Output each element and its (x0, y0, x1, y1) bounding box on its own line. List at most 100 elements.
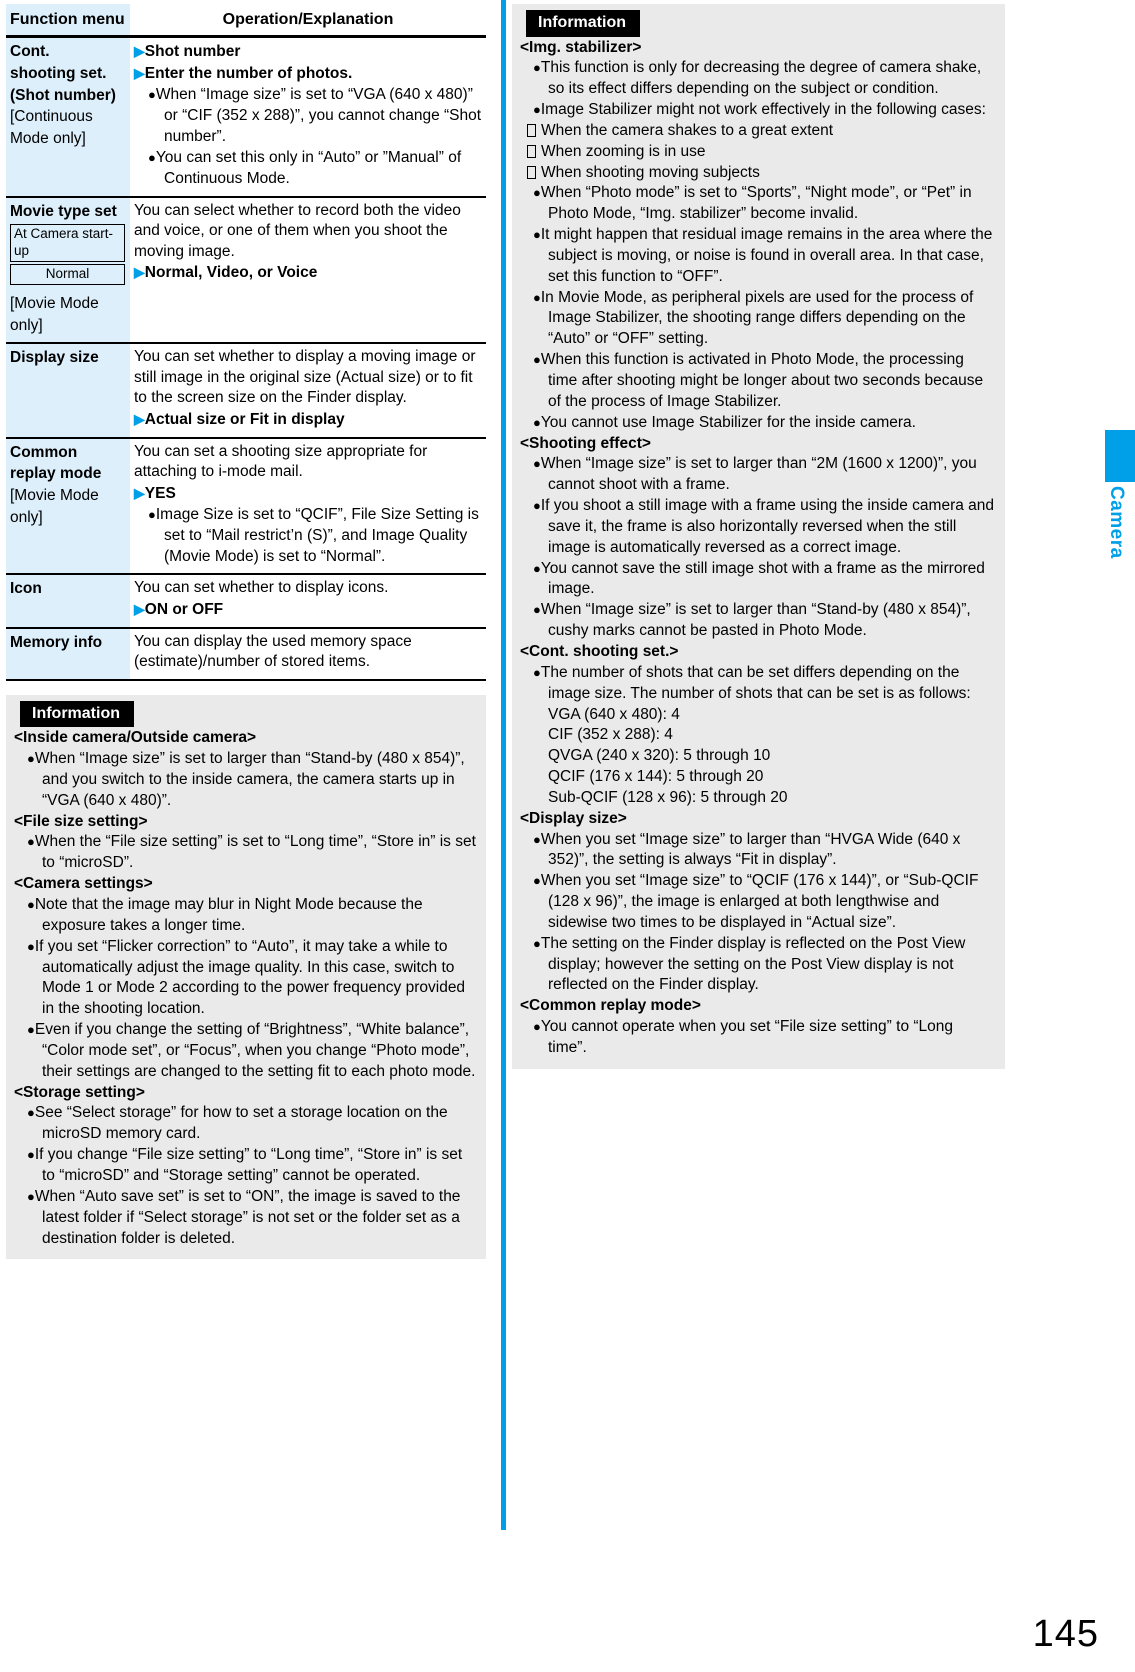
operation-step: ▶Enter the number of photos. (134, 64, 353, 82)
information-heading: Information (526, 10, 640, 37)
bullet-dot-icon: ● (148, 87, 156, 103)
information-bullet: ●When you set “Image size” to larger tha… (533, 830, 961, 869)
information-bullet: ●When you set “Image size” to “QCIF (176… (533, 872, 979, 931)
bullet-dot-icon: ● (27, 1188, 35, 1204)
bullet-dot-icon: ● (27, 834, 35, 850)
operation-step: ▶Shot number (134, 43, 241, 61)
table-row: Display size You can set whether to displ… (6, 342, 486, 438)
function-menu-cell: Icon (6, 573, 130, 628)
function-menu-note-line: [Continuous (10, 108, 93, 126)
function-menu-note-line: only] (10, 508, 43, 526)
bullet-dot-icon: ● (533, 185, 541, 201)
function-menu-note-line: [Movie Mode (10, 487, 99, 505)
function-menu-note: [Movie Mode only] (10, 485, 126, 528)
function-menu-cell: Cont. shooting set. (Shot number) [Continuo… (6, 36, 130, 197)
information-bullet: ●When the “File size setting” is set to … (27, 833, 476, 872)
information-bullet: ●When “Photo mode” is set to “Sports”, “… (533, 184, 972, 223)
section-tab-label: Camera (1106, 486, 1127, 559)
page-number: 145 (1032, 1613, 1099, 1655)
function-menu-title-line: Movie type set (10, 202, 117, 220)
function-menu-cell: Movie type set At Camera start-up Normal [M… (6, 195, 130, 344)
information-bullet: ●See “Select storage” for how to set a s… (27, 1104, 448, 1143)
information-section-heading: <Display size> (520, 809, 627, 827)
information-bullet: ●If you shoot a still image with a frame… (533, 497, 995, 556)
information-section-heading: <Camera settings> (14, 875, 153, 893)
function-menu-title-line: Common (10, 443, 78, 461)
header-function-menu: Function menu (6, 4, 130, 39)
function-menu-cell: Common replay mode [Movie Mode only] (6, 436, 130, 575)
information-bullet: ●This function is only for decreasing th… (533, 59, 982, 98)
function-menu-title-line: shooting set. (10, 64, 107, 82)
information-bullet: ●You cannot save the still image shot wi… (533, 559, 985, 598)
information-plain-line: VGA (640 x 480): 4 (548, 705, 680, 723)
column-divider (501, 0, 506, 1530)
information-section-heading: <Shooting effect> (520, 434, 651, 452)
information-section-heading: <Inside camera/Outside camera> (14, 729, 257, 747)
left-column: Function menu Operation/Explanation Cont… (6, 4, 486, 1260)
bullet-dot-icon: ● (533, 935, 541, 951)
table-row: Icon You can set whether to display icons… (6, 573, 486, 628)
play-triangle-icon: ▶ (134, 64, 145, 81)
information-section-heading: <Common replay mode> (520, 997, 701, 1015)
function-menu-table: Function menu Operation/Explanation Cont… (6, 4, 486, 681)
empty-square-bullet-icon (527, 144, 536, 158)
information-section-heading: <Img. stabilizer> (520, 38, 642, 56)
function-menu-cell: Display size (6, 342, 130, 438)
table-row: Cont. shooting set. (Shot number) [Continuo… (6, 36, 486, 197)
bullet-dot-icon: ● (533, 456, 541, 472)
empty-square-bullet-icon (527, 165, 536, 179)
function-menu-note: [Continuous Mode only] (10, 106, 126, 149)
information-bullet: ●The number of shots that can be set dif… (533, 663, 971, 702)
section-tab-marker (1105, 430, 1135, 482)
function-menu-note-line: [Movie Mode (10, 294, 99, 312)
information-section-heading: <File size setting> (14, 812, 148, 830)
information-sub-bullet: When the camera shakes to a great extent (520, 121, 995, 142)
bullet-dot-icon: ● (533, 102, 541, 118)
header-operation-explanation: Operation/Explanation (130, 4, 486, 39)
bullet-dot-icon: ● (148, 507, 156, 523)
table-row: Movie type set At Camera start-up Normal [M… (6, 195, 486, 344)
operation-explanation-cell: You can display the used memory space (e… (130, 626, 486, 681)
section-tab-camera: Camera (1105, 430, 1135, 559)
information-bullet: ●When “Auto save set” is set to “ON”, th… (27, 1187, 461, 1247)
bullet-dot-icon: ● (533, 352, 541, 368)
information-bullet: ●If you set “Flicker correction” to “Aut… (27, 937, 466, 1018)
right-information-body: <Img. stabilizer> ●This function is only … (520, 38, 995, 1059)
table-header-row: Function menu Operation/Explanation (6, 4, 486, 39)
play-triangle-icon: ▶ (134, 600, 145, 617)
information-bullet: ●Even if you change the setting of “Brig… (27, 1021, 476, 1080)
bullet-dot-icon: ● (533, 227, 541, 243)
setting-default-box: At Camera start-up (10, 224, 125, 262)
bullet-dot-icon: ● (533, 498, 541, 514)
information-bullet: ●If you change “File size setting” to “L… (27, 1146, 463, 1184)
manual-page: Function menu Operation/Explanation Cont… (0, 0, 1135, 1672)
function-menu-title-line: Memory info (10, 633, 103, 651)
function-menu-title-line: replay mode (10, 465, 102, 483)
play-triangle-icon: ▶ (134, 484, 145, 501)
bullet-dot-icon: ● (27, 751, 35, 767)
function-menu-table-body: Cont. shooting set. (Shot number) [Continuo… (6, 36, 486, 681)
information-plain-line: CIF (352 x 288): 4 (548, 726, 673, 744)
play-triangle-icon: ▶ (134, 411, 145, 428)
play-triangle-icon: ▶ (134, 264, 145, 281)
bullet-dot-icon: ● (533, 1019, 541, 1035)
bullet-dot-icon: ● (533, 414, 541, 430)
operation-step: ▶YES (134, 484, 176, 502)
information-bullet: ●When “Image size” is set to larger than… (27, 750, 465, 809)
bullet-dot-icon: ● (148, 150, 156, 166)
operation-explanation-cell: You can set whether to display icons. ▶ON… (130, 573, 486, 628)
bullet-dot-icon: ● (533, 289, 541, 305)
operation-description: You can set a shooting size appropriate … (134, 442, 428, 481)
operation-step: ▶ON or OFF (134, 600, 224, 618)
left-information-body: <Inside camera/Outside camera> ●When “Ima… (14, 728, 476, 1249)
function-menu-cell: Memory info (6, 626, 130, 681)
information-heading: Information (20, 700, 134, 728)
operation-description: You can set whether to display a moving … (134, 348, 476, 407)
play-triangle-icon: ▶ (134, 43, 145, 60)
bullet-dot-icon: ● (27, 897, 35, 913)
information-bullet: ●You cannot use Image Stabilizer for the… (533, 413, 916, 431)
bullet-dot-icon: ● (27, 1105, 35, 1121)
right-column: Information <Img. stabilizer> ●This funct… (512, 4, 1005, 1069)
left-information-panel: Information <Inside camera/Outside camer… (6, 694, 486, 1260)
operation-step: ▶Actual size or Fit in display (134, 411, 345, 429)
